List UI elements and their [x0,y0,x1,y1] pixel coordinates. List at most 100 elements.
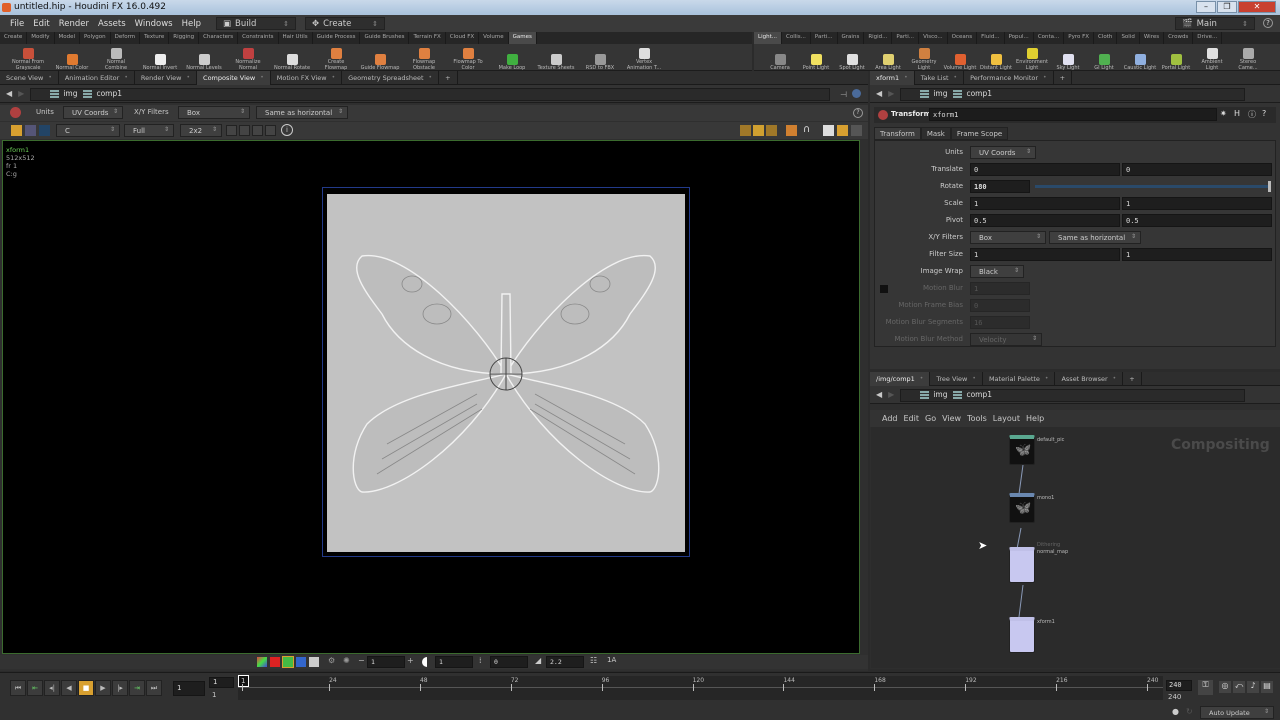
shelf-tab-texture[interactable]: Texture [140,32,170,44]
shelf-tab-rigid[interactable]: Rigid... [864,32,893,44]
end-frame-field[interactable]: 240 [1166,680,1192,691]
crumb-img[interactable]: img [50,89,77,98]
translate-y-field[interactable]: 0 [1122,163,1272,176]
shelf-tool-flowmap-obstacle[interactable]: Flowmap Obstacle [402,48,446,71]
shelf-tool-normal-levels[interactable]: Normal Levels [182,53,226,72]
lut-icon[interactable]: ☷ [590,656,597,665]
display-option-icon[interactable] [740,125,751,136]
step-to-end-button[interactable]: ⇥ [129,680,145,696]
shelf-tab-guide-process[interactable]: Guide Process [313,32,361,44]
red-channel-icon[interactable] [270,657,280,667]
close-button[interactable]: ✕ [1238,1,1276,13]
units-dropdown[interactable]: UV Coords ⇕ [970,146,1036,159]
zoom-out-icon[interactable] [239,125,250,136]
shelf-tool-normal-rotate[interactable]: Normal Rotate [270,53,314,72]
add-tab-icon[interactable]: + [1123,371,1142,386]
shelf-tab-popul[interactable]: Popul... [1005,32,1034,44]
offset-icon[interactable]: ⁞ [479,656,482,665]
menu-windows[interactable]: Windows [135,19,173,29]
shelf-tool-camera[interactable]: Camera [762,53,798,72]
rotate-field[interactable]: 180 [970,180,1030,193]
image-wrap-dropdown[interactable]: Black ⇕ [970,265,1024,278]
color-correction-icon[interactable]: 1A [607,656,616,664]
crumb-comp1[interactable]: comp1 [83,89,122,98]
subtab-frame-scope[interactable]: Frame Scope [950,127,1009,140]
shelf-tab-modify[interactable]: Modify [27,32,55,44]
snap-magnet-icon[interactable]: ∩ [803,124,810,135]
rotate-slider[interactable] [1035,181,1271,192]
forward-arrow-icon[interactable]: ▶ [18,89,24,98]
shelf-tab-deform[interactable]: Deform [111,32,141,44]
add-tab-icon[interactable]: + [439,70,458,85]
menu-render[interactable]: Render [59,19,89,29]
desktop-dropdown[interactable]: ▣ Build ⇕ [215,17,296,30]
overlay-icon[interactable] [766,125,777,136]
shelf-tool-environment-light[interactable]: Environment Light [1014,48,1050,71]
node-default-pic[interactable]: 🦋 [1009,435,1035,465]
filter-x-dropdown[interactable]: Box ⇕ [970,231,1046,244]
help-icon[interactable]: ? [1262,109,1266,118]
crumb-comp1[interactable]: comp1 [953,390,992,399]
add-tab-icon[interactable]: + [1054,70,1073,85]
home-icon[interactable] [265,125,276,136]
motion-blur-method-dropdown[interactable]: Velocity ⇕ [970,333,1042,346]
tab-render-view[interactable]: Render View • [135,70,198,85]
gamma-field[interactable]: 2.2 [546,656,584,668]
create-dropdown[interactable]: ✥ Create ⇕ [304,17,385,30]
scale-y-field[interactable]: 1 [1122,197,1272,210]
network-menu-view[interactable]: View [942,414,961,423]
shelf-tool-area-light[interactable]: Area Light [870,53,906,72]
units-dropdown[interactable]: UV Coords ⇕ [63,106,123,119]
jump-to-end-button[interactable]: ⏭ [146,680,162,696]
shelf-tab-hair-utils[interactable]: Hair Utils [279,32,313,44]
shelf-tab-light[interactable]: Light... [754,32,782,44]
stop-button[interactable]: ■ [78,680,94,696]
maximize-button[interactable]: ❐ [1217,1,1237,13]
shelf-tool-geometry-light[interactable]: Geometry Light [906,48,942,71]
tab-close-icon[interactable]: • [954,74,958,81]
tab-close-icon[interactable]: • [972,375,976,382]
shelf-tab-rigging[interactable]: Rigging [169,32,200,44]
start-frame-field[interactable]: 1 [209,677,234,688]
network-menu-go[interactable]: Go [925,414,936,423]
motion-blur-field[interactable]: 1 [970,282,1030,295]
network-editor-canvas[interactable]: Compositing 🦋 default_pic 🦋 mono1 normal_map… [871,427,1280,668]
main-desktop-dropdown[interactable]: 🎬 Main ⇕ [1175,17,1255,30]
green-channel-icon[interactable] [282,656,294,668]
scale-x-field[interactable]: 1 [970,197,1120,210]
exposure-field[interactable]: 1 [367,656,405,668]
menu-assets[interactable]: Assets [98,19,126,29]
view-mode-icon[interactable] [11,125,22,136]
tab-close-icon[interactable]: • [260,74,264,81]
tab-img-comp1[interactable]: /img/comp1 • [870,371,931,386]
shelf-tab-polygon[interactable]: Polygon [80,32,111,44]
brightness-field[interactable]: 1 [435,656,473,668]
shelf-tab-grains[interactable]: Grains [838,32,865,44]
resolution-dropdown[interactable]: Full ⇕ [124,124,174,137]
network-menu-layout[interactable]: Layout [993,414,1020,423]
motion-frame-bias-field[interactable]: 0 [970,299,1030,312]
pan-icon[interactable] [252,125,263,136]
composite-viewport[interactable]: xform1 512x512 fr 1 C:g [2,140,860,654]
tab-close-icon[interactable]: • [904,74,908,81]
tab-material-palette[interactable]: Material Palette • [983,371,1056,386]
tab-take-list[interactable]: Take List • [915,70,965,85]
filter-dropdown[interactable]: Box ⇕ [178,106,250,119]
shelf-tab-pyro-fx[interactable]: Pyro FX [1064,32,1095,44]
zoom-in-icon[interactable] [226,125,237,136]
tab-animation-editor[interactable]: Animation Editor • [59,70,135,85]
motion-blur-checkbox[interactable] [880,285,888,293]
shelf-tool-normal-combine[interactable]: Normal Combine [94,48,138,71]
forward-arrow-icon[interactable]: ▶ [888,390,894,399]
tab-performance-monitor[interactable]: Performance Monitor • [964,70,1054,85]
link-icon[interactable] [852,89,861,98]
shelf-tool-normal-from-grayscale[interactable]: Normal From Grayscale [6,48,50,71]
node-name-field[interactable]: xform1 [929,108,1217,121]
shelf-tab-collis[interactable]: Collis... [782,32,811,44]
shelf-tab-create[interactable]: Create [0,32,28,44]
shelf-tab-drive[interactable]: Drive... [1193,32,1223,44]
help-icon[interactable]: ? [853,108,863,118]
subtab-mask[interactable]: Mask [920,127,951,140]
gear-icon[interactable]: ✷ [1220,109,1227,118]
tab-motion-fx-view[interactable]: Motion FX View • [271,70,343,85]
